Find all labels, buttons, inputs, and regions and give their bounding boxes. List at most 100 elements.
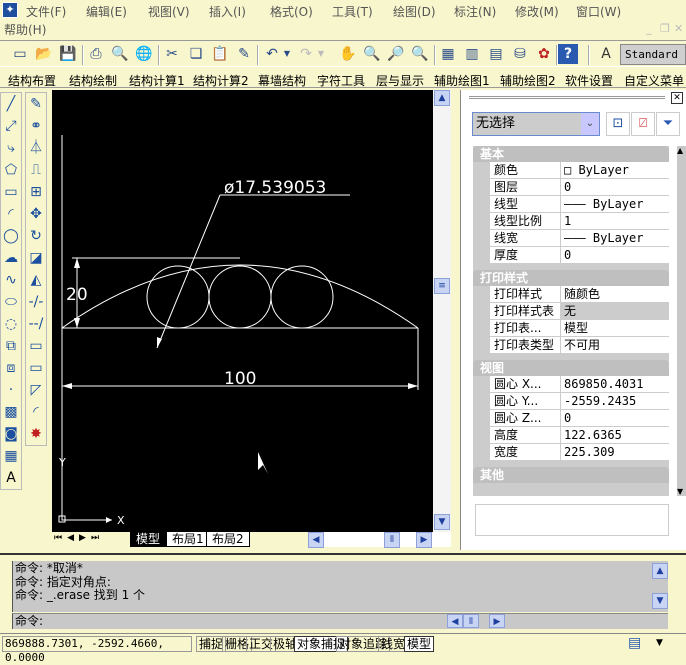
circle-shape[interactable] (208, 265, 272, 329)
property-row[interactable]: 高度 122.6365 (490, 427, 669, 444)
design-center-icon[interactable]: ▥ (462, 44, 482, 64)
menu-draw[interactable]: 绘图(D) (393, 3, 436, 20)
property-row[interactable]: 线型 ——— ByLayer (490, 196, 669, 213)
app-logo-icon[interactable]: ✦ (2, 2, 18, 18)
property-value[interactable]: 0 (561, 410, 669, 426)
property-value[interactable]: 不可用 (561, 337, 669, 353)
custom-menu-item[interactable]: 自定义菜单 (624, 72, 684, 89)
palette-close-icon[interactable]: ✕ (671, 92, 683, 104)
table-icon[interactable]: ▦ (1, 445, 21, 467)
scroll-down-icon[interactable]: ▼ (652, 593, 668, 609)
break-icon[interactable]: ▭ (26, 357, 46, 379)
tab-nav-icons[interactable]: ⏮◀▶⏭ (54, 533, 104, 543)
property-value[interactable]: ——— ByLayer (561, 196, 669, 212)
extend-icon[interactable]: --/ (26, 313, 46, 335)
redo-dropdown-icon[interactable]: ▼ (316, 44, 326, 64)
section-header[interactable]: 视图 (473, 360, 669, 376)
help-icon[interactable]: ? (558, 44, 578, 64)
communication-center-icon[interactable]: ▤ (628, 635, 641, 651)
scroll-up-icon[interactable]: ▲ (434, 90, 450, 106)
explode-icon[interactable]: ✸ (26, 423, 46, 445)
custom-menu-item[interactable]: 层与显示 (376, 72, 424, 89)
property-row[interactable]: 圆心 Z... 0 (490, 410, 669, 427)
fillet-icon[interactable]: ◜ (26, 401, 46, 423)
mirror-icon[interactable]: ⏃ (26, 137, 46, 159)
menu-dimension[interactable]: 标注(N) (454, 3, 496, 20)
match-properties-icon[interactable]: ✎ (234, 44, 254, 64)
property-value[interactable]: 模型 (561, 320, 669, 336)
open-icon[interactable]: 📂 (34, 44, 54, 64)
zoom-previous-icon[interactable]: 🔍 (410, 44, 430, 64)
array-icon[interactable]: ⊞ (26, 181, 46, 203)
hatch-icon[interactable]: ▩ (1, 401, 21, 423)
palette-grip[interactable] (469, 96, 665, 99)
coordinates-readout[interactable]: 869888.7301, -2592.4660, 0.0000 (2, 636, 192, 664)
redo-icon[interactable]: ↷ (296, 44, 316, 64)
scroll-thumb[interactable]: ≡ (434, 278, 450, 294)
property-row[interactable]: 宽度 225.309 (490, 444, 669, 461)
scroll-left-icon[interactable]: ◀ (447, 614, 463, 628)
trim-icon[interactable]: -/- (26, 291, 46, 313)
tab-layout1[interactable]: 布局1 (166, 532, 210, 547)
property-row[interactable]: 厚度 0 (490, 247, 669, 264)
chamfer-icon[interactable]: ◸ (26, 379, 46, 401)
property-row[interactable]: 圆心 X... 869850.4031 (490, 376, 669, 393)
scroll-down-icon[interactable]: ▼ (434, 514, 450, 530)
property-row[interactable]: 线型比例 1 (490, 213, 669, 230)
custom-menu-item[interactable]: 辅助绘图2 (500, 72, 556, 89)
undo-dropdown-icon[interactable]: ▼ (282, 44, 292, 64)
break-at-point-icon[interactable]: ▭ (26, 335, 46, 357)
property-row[interactable]: 线宽 ——— ByLayer (490, 230, 669, 247)
zoom-window-icon[interactable]: 🔎 (386, 44, 406, 64)
print-preview-icon[interactable]: 🔍 (110, 44, 130, 64)
model-toggle[interactable]: 模型 (404, 636, 435, 652)
property-row[interactable]: 打印样式 随颜色 (490, 286, 669, 303)
scroll-up-icon[interactable]: ▲ (677, 146, 683, 155)
hscroll-thumb[interactable]: ⦀ (384, 532, 400, 548)
undo-icon[interactable]: ↶ (262, 44, 282, 64)
save-icon[interactable]: 💾 (58, 44, 78, 64)
select-objects-icon[interactable]: ⊡ (606, 112, 630, 136)
cut-icon[interactable]: ✂ (162, 44, 182, 64)
property-row[interactable]: 图层 0 (490, 179, 669, 196)
dbconnect-icon[interactable]: ⛁ (510, 44, 530, 64)
insert-block-icon[interactable]: ⧉ (1, 335, 21, 357)
polygon-icon[interactable]: ⬠ (1, 159, 21, 181)
construction-line-icon[interactable]: ⤢ (1, 115, 21, 137)
custom-menu-item[interactable]: 结构计算2 (193, 72, 249, 89)
section-header[interactable]: 其他 (473, 467, 669, 483)
custom-menu-item[interactable]: 软件设置 (565, 72, 613, 89)
text-style-select[interactable]: Standard (620, 44, 686, 65)
drawing-horizontal-scrollbar[interactable]: ◀ ⦀ ▶ (308, 532, 451, 548)
circle-icon[interactable]: ◯ (1, 225, 21, 247)
minimize-icon[interactable]: _ (646, 22, 652, 35)
menu-format[interactable]: 格式(O) (270, 3, 313, 20)
property-row[interactable]: 打印表类型 不可用 (490, 337, 669, 354)
menu-window[interactable]: 窗口(W) (576, 3, 621, 20)
tab-model[interactable]: 模型 (130, 532, 167, 547)
property-row[interactable]: 圆心 Y... -2559.2435 (490, 393, 669, 410)
property-value[interactable]: 1 (561, 213, 669, 229)
section-header[interactable]: 打印样式 (473, 270, 669, 286)
rectangle-icon[interactable]: ▭ (1, 181, 21, 203)
menu-tools[interactable]: 工具(T) (332, 3, 373, 20)
paste-icon[interactable]: 📋 (210, 44, 230, 64)
property-value[interactable]: 无 (561, 303, 669, 319)
property-value[interactable]: 869850.4031 (561, 376, 669, 392)
close-icon[interactable]: ✕ (674, 22, 683, 35)
scale-icon[interactable]: ◪ (26, 247, 46, 269)
menu-edit[interactable]: 编辑(E) (86, 3, 127, 20)
line-icon[interactable]: ╱ (1, 93, 21, 115)
property-value[interactable]: 0 (561, 247, 669, 263)
hscroll-thumb[interactable]: ⦀ (463, 614, 479, 628)
toggle-pickadd-icon[interactable]: ⍁ (631, 112, 655, 136)
multiline-text-icon[interactable]: A (1, 467, 21, 489)
custom-menu-item[interactable]: 字符工具 (317, 72, 365, 89)
markup-icon[interactable]: ✿ (534, 44, 554, 64)
custom-menu-item[interactable]: 结构布置 (8, 72, 56, 89)
status-menu-icon[interactable]: ▼ (656, 638, 663, 648)
move-icon[interactable]: ✥ (26, 203, 46, 225)
menu-insert[interactable]: 插入(I) (209, 3, 246, 20)
arc-shape[interactable] (61, 264, 419, 329)
arc-icon[interactable]: ◜ (1, 203, 21, 225)
